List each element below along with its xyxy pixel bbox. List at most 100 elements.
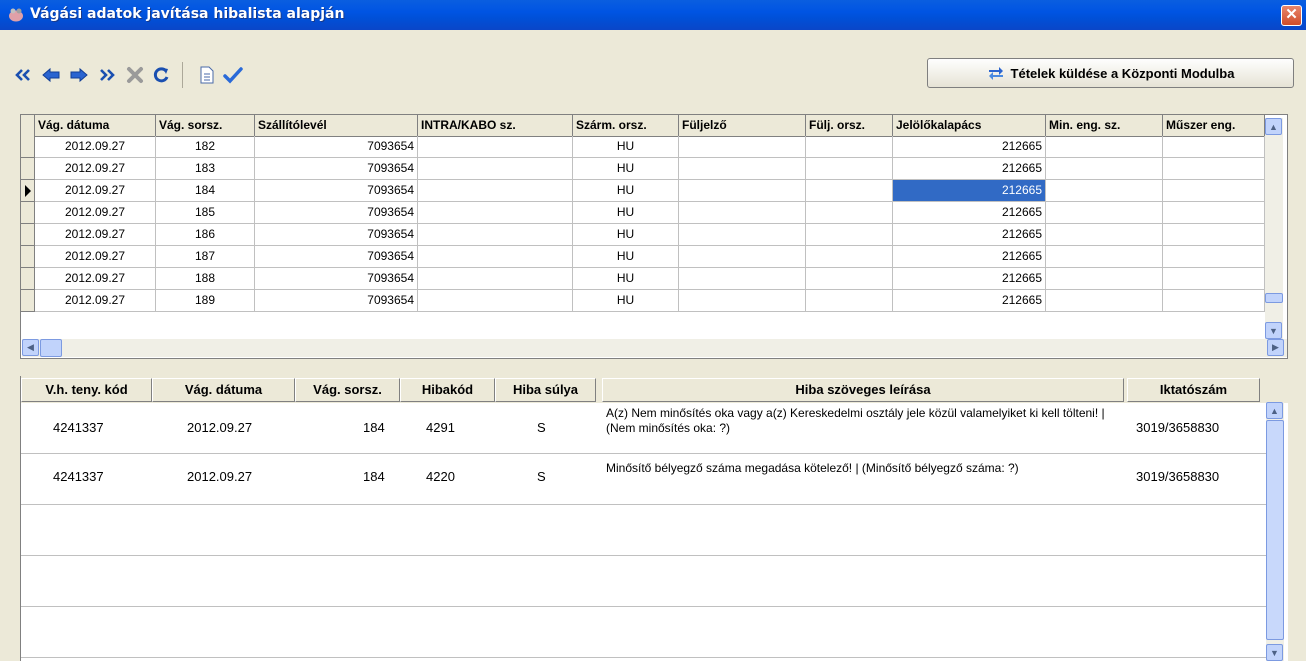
column-header[interactable]: Fülj. orsz. <box>806 115 893 136</box>
column-header[interactable]: V.h. teny. kód <box>21 378 152 402</box>
column-header[interactable]: Vág. sorsz. <box>295 378 400 402</box>
cell-seq[interactable]: 187 <box>156 246 255 268</box>
cell-waybill[interactable]: 7093654 <box>255 290 418 312</box>
cell-date[interactable]: 2012.09.27 <box>35 158 156 180</box>
cell-date[interactable]: 2012.09.27 <box>35 224 156 246</box>
cell-waybill[interactable]: 7093654 <box>255 224 418 246</box>
cell-ear-tag[interactable] <box>679 268 806 290</box>
cell-intra-kabo[interactable] <box>418 290 573 312</box>
column-header[interactable]: Hiba súlya <box>495 378 596 402</box>
error-row[interactable]: 4241337 2012.09.27 184 4220 S Minősítő b… <box>21 454 1266 505</box>
record-row[interactable]: 2012.09.27 186 7093654 HU 212665 <box>21 224 1265 246</box>
record-row[interactable]: 2012.09.27 189 7093654 HU 212665 <box>21 290 1265 312</box>
cell-ear-tag-country[interactable] <box>806 158 893 180</box>
cell-intra-kabo[interactable] <box>418 268 573 290</box>
cell-instrument-eng[interactable] <box>1163 246 1265 268</box>
close-button[interactable]: ✕ <box>1281 5 1302 26</box>
row-indicator[interactable] <box>21 136 35 158</box>
cell-instrument-eng[interactable] <box>1163 268 1265 290</box>
scroll-down-button[interactable]: ▼ <box>1265 322 1282 339</box>
send-to-central-module-button[interactable]: Tételek küldése a Központi Modulba <box>927 58 1294 88</box>
cell-ear-tag[interactable] <box>679 224 806 246</box>
previous-record-button[interactable] <box>38 62 64 88</box>
cell-marker-hammer[interactable]: 212665 <box>893 136 1046 158</box>
scroll-thumb[interactable] <box>1266 420 1284 640</box>
cell-country[interactable]: HU <box>573 268 679 290</box>
records-horizontal-scrollbar[interactable]: ◀ ▶ <box>22 339 1287 357</box>
column-header[interactable]: Iktatószám <box>1127 378 1260 402</box>
row-indicator[interactable] <box>21 180 35 202</box>
cell-date[interactable]: 2012.09.27 <box>35 246 156 268</box>
cell-ear-tag[interactable] <box>679 202 806 224</box>
records-grid[interactable]: Vág. dátuma Vág. sorsz. Szállítólevél IN… <box>20 114 1288 359</box>
cell-waybill[interactable]: 7093654 <box>255 246 418 268</box>
cell-marker-hammer[interactable]: 212665 <box>893 202 1046 224</box>
cell-ear-tag-country[interactable] <box>806 246 893 268</box>
row-indicator[interactable] <box>21 224 35 246</box>
column-header[interactable]: Vág. sorsz. <box>156 115 255 136</box>
row-indicator[interactable] <box>21 158 35 180</box>
cell-min-eng[interactable] <box>1046 290 1163 312</box>
column-header[interactable]: Min. eng. sz. <box>1046 115 1163 136</box>
cell-waybill[interactable]: 7093654 <box>255 268 418 290</box>
row-indicator[interactable] <box>21 202 35 224</box>
cell-waybill[interactable]: 7093654 <box>255 136 418 158</box>
row-indicator[interactable] <box>21 268 35 290</box>
cell-ear-tag[interactable] <box>679 158 806 180</box>
cell-seq[interactable]: 189 <box>156 290 255 312</box>
column-header[interactable]: INTRA/KABO sz. <box>418 115 573 136</box>
scroll-thumb[interactable] <box>1265 293 1283 303</box>
column-header[interactable]: Vág. dátuma <box>35 115 156 136</box>
cell-waybill[interactable]: 7093654 <box>255 180 418 202</box>
column-header[interactable]: Műszer eng. <box>1163 115 1265 136</box>
cell-min-eng[interactable] <box>1046 246 1163 268</box>
cell-marker-hammer[interactable]: 212665 <box>893 224 1046 246</box>
cell-instrument-eng[interactable] <box>1163 224 1265 246</box>
cell-instrument-eng[interactable] <box>1163 158 1265 180</box>
record-row[interactable]: 2012.09.27 183 7093654 HU 212665 <box>21 158 1265 180</box>
cell-instrument-eng[interactable] <box>1163 136 1265 158</box>
cell-intra-kabo[interactable] <box>418 158 573 180</box>
cell-min-eng[interactable] <box>1046 158 1163 180</box>
cell-ear-tag-country[interactable] <box>806 268 893 290</box>
row-indicator[interactable] <box>21 246 35 268</box>
scroll-right-button[interactable]: ▶ <box>1267 339 1284 356</box>
scroll-thumb[interactable] <box>40 339 62 357</box>
column-header[interactable]: Szárm. orsz. <box>573 115 679 136</box>
cell-marker-hammer[interactable]: 212665 <box>893 158 1046 180</box>
cell-seq[interactable]: 182 <box>156 136 255 158</box>
cell-ear-tag[interactable] <box>679 246 806 268</box>
cell-waybill[interactable]: 7093654 <box>255 158 418 180</box>
document-button[interactable] <box>194 62 220 88</box>
cell-seq[interactable]: 186 <box>156 224 255 246</box>
cell-seq[interactable]: 183 <box>156 158 255 180</box>
scroll-down-button[interactable]: ▼ <box>1266 644 1283 661</box>
cell-min-eng[interactable] <box>1046 180 1163 202</box>
cell-ear-tag[interactable] <box>679 136 806 158</box>
cell-ear-tag-country[interactable] <box>806 224 893 246</box>
cell-min-eng[interactable] <box>1046 202 1163 224</box>
errors-grid[interactable]: V.h. teny. kód Vág. dátuma Vág. sorsz. H… <box>20 376 1288 661</box>
cell-date[interactable]: 2012.09.27 <box>35 290 156 312</box>
cell-seq[interactable]: 184 <box>156 180 255 202</box>
first-record-button[interactable] <box>10 62 36 88</box>
cell-date[interactable]: 2012.09.27 <box>35 136 156 158</box>
cell-waybill[interactable]: 7093654 <box>255 202 418 224</box>
cell-intra-kabo[interactable] <box>418 180 573 202</box>
cell-marker-hammer[interactable]: 212665 <box>893 246 1046 268</box>
scroll-up-button[interactable]: ▲ <box>1266 402 1283 419</box>
cell-intra-kabo[interactable] <box>418 224 573 246</box>
record-row[interactable]: 2012.09.27 182 7093654 HU 212665 <box>21 136 1265 158</box>
cell-intra-kabo[interactable] <box>418 246 573 268</box>
delete-button[interactable] <box>122 62 148 88</box>
cell-ear-tag-country[interactable] <box>806 202 893 224</box>
cell-intra-kabo[interactable] <box>418 202 573 224</box>
cell-date[interactable]: 2012.09.27 <box>35 268 156 290</box>
cell-ear-tag-country[interactable] <box>806 180 893 202</box>
refresh-button[interactable] <box>148 62 174 88</box>
cell-ear-tag-country[interactable] <box>806 136 893 158</box>
cell-country[interactable]: HU <box>573 158 679 180</box>
cell-marker-hammer[interactable]: 212665 <box>893 290 1046 312</box>
cell-instrument-eng[interactable] <box>1163 202 1265 224</box>
column-header[interactable]: Hibakód <box>400 378 495 402</box>
